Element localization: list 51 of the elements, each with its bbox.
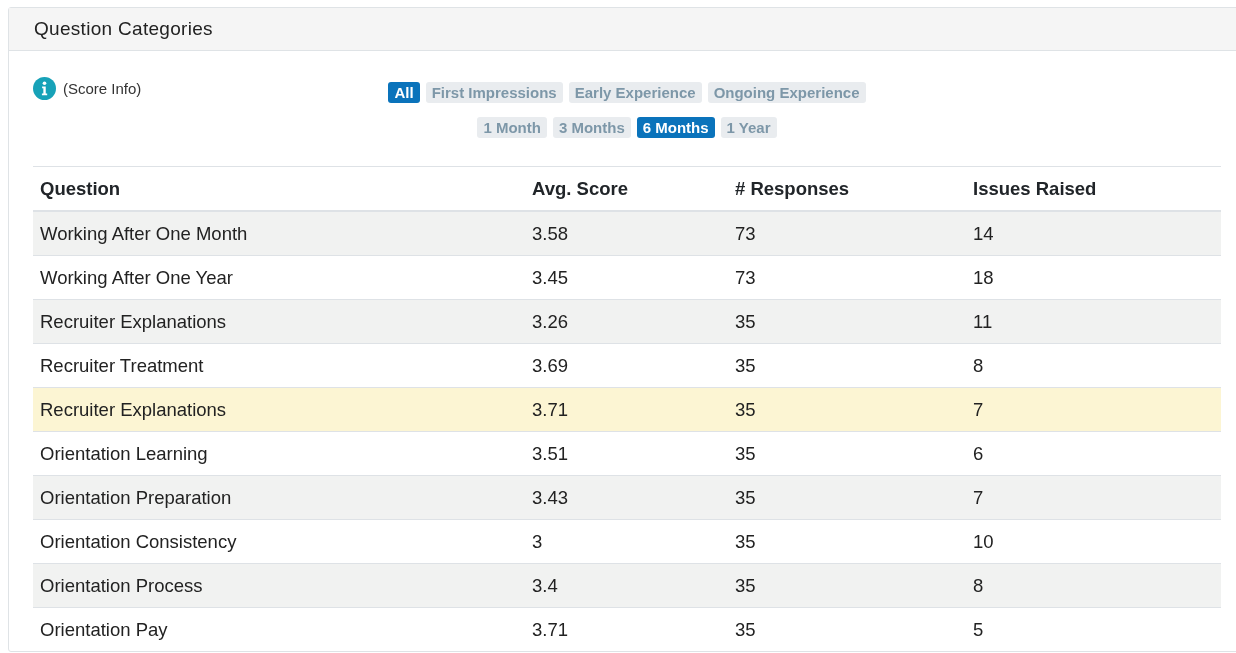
table-cell: 35 [728, 299, 966, 344]
table-cell: 3.69 [525, 343, 728, 388]
table-cell: 35 [728, 387, 966, 432]
category-filter[interactable]: First Impressions [425, 82, 563, 103]
info-icon[interactable] [33, 77, 56, 100]
table-cell: 3.26 [525, 299, 728, 344]
table-cell: 10 [966, 519, 1221, 564]
table-cell: 35 [728, 519, 966, 564]
table-cell: 3.51 [525, 431, 728, 476]
category-filter[interactable]: Ongoing Experience [707, 82, 866, 103]
table-cell: 11 [966, 299, 1221, 344]
table-cell: 35 [728, 475, 966, 520]
table-cell: 8 [966, 563, 1221, 608]
table-cell: 8 [966, 343, 1221, 388]
table-cell: 3.45 [525, 255, 728, 300]
category-filter[interactable]: Early Experience [568, 82, 702, 103]
table-cell: 73 [728, 211, 966, 256]
table-cell: Orientation Learning [33, 431, 525, 476]
table-cell: 7 [966, 475, 1221, 520]
score-info-label: (Score Info) [63, 80, 142, 97]
table-cell: 35 [728, 343, 966, 388]
table-cell: Orientation Pay [33, 607, 525, 651]
table-cell: 3.43 [525, 475, 728, 520]
period-filter[interactable]: 1 Year [720, 117, 777, 138]
table-cell: 7 [966, 387, 1221, 432]
panel-title: Question Categories [34, 18, 213, 40]
table-cell: 3.58 [525, 211, 728, 256]
table-cell: 3 [525, 519, 728, 564]
table-cell: 3.4 [525, 563, 728, 608]
table-cell: 35 [728, 563, 966, 608]
table-cell: 73 [728, 255, 966, 300]
period-filter[interactable]: 6 Months [636, 117, 715, 138]
table-cell: 3.71 [525, 607, 728, 651]
table-cell: Working After One Month [33, 211, 525, 256]
category-filter[interactable]: All [388, 82, 420, 103]
table-cell: Recruiter Explanations [33, 387, 525, 432]
table-cell: 35 [728, 431, 966, 476]
table-cell: 18 [966, 255, 1221, 300]
table-cell: 35 [728, 607, 966, 651]
table-cell: Orientation Consistency [33, 519, 525, 564]
table-cell: Working After One Year [33, 255, 525, 300]
table-cell: 3.71 [525, 387, 728, 432]
table-cell: Recruiter Explanations [33, 299, 525, 344]
period-filter[interactable]: 3 Months [552, 117, 631, 138]
table-cell: Orientation Process [33, 563, 525, 608]
table-cell: Orientation Preparation [33, 475, 525, 520]
period-filter[interactable]: 1 Month [477, 117, 547, 138]
table-cell: Recruiter Treatment [33, 343, 525, 388]
table-cell: 5 [966, 607, 1221, 651]
table-cell: 14 [966, 211, 1221, 256]
table-cell: 6 [966, 431, 1221, 476]
